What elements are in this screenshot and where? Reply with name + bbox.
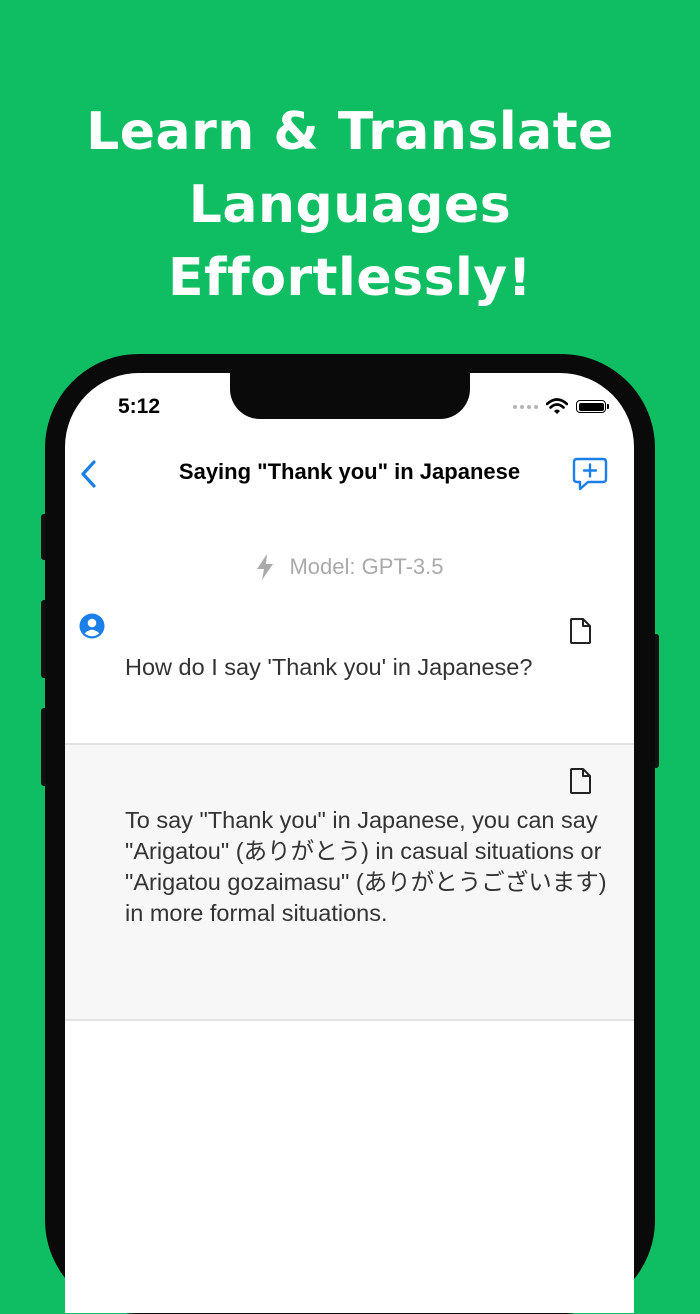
user-avatar-icon [79,613,105,639]
model-indicator: Model: GPT-3.5 [65,553,634,581]
phone-notch [230,373,470,419]
cellular-dots-icon [513,404,538,409]
user-message-text: How do I say 'Thank you' in Japanese? [125,654,533,680]
lightning-icon [257,554,274,580]
status-time: 5:12 [118,395,161,418]
assistant-message: To say "Thank you" in Japanese, you can … [65,743,634,1021]
model-label: Model: GPT-3.5 [289,554,444,579]
chat-plus-icon [572,457,608,491]
headline-line-1: Learn & Translate [86,102,614,162]
phone-screen: 5:12 Saying "Thank you" in Japanese Mode… [65,373,634,1313]
phone-frame: 5:12 Saying "Thank you" in Japanese Mode… [45,354,655,1314]
status-icons [513,398,609,415]
chevron-left-icon [81,460,96,488]
copy-user-message-button[interactable] [568,617,594,645]
headline: Learn & Translate Languages Effortlessly… [0,96,700,315]
back-button[interactable] [75,457,101,491]
headline-line-3: Effortlessly! [168,248,532,308]
headline-line-2: Languages [188,175,512,235]
wifi-icon [546,398,568,414]
user-message: How do I say 'Thank you' in Japanese? [65,601,634,743]
assistant-message-text: To say "Thank you" in Japanese, you can … [125,807,607,926]
copy-assistant-message-button[interactable] [568,767,594,795]
nav-title: Saying "Thank you" in Japanese [178,459,521,484]
battery-icon [576,400,609,413]
new-chat-button[interactable] [570,455,610,493]
